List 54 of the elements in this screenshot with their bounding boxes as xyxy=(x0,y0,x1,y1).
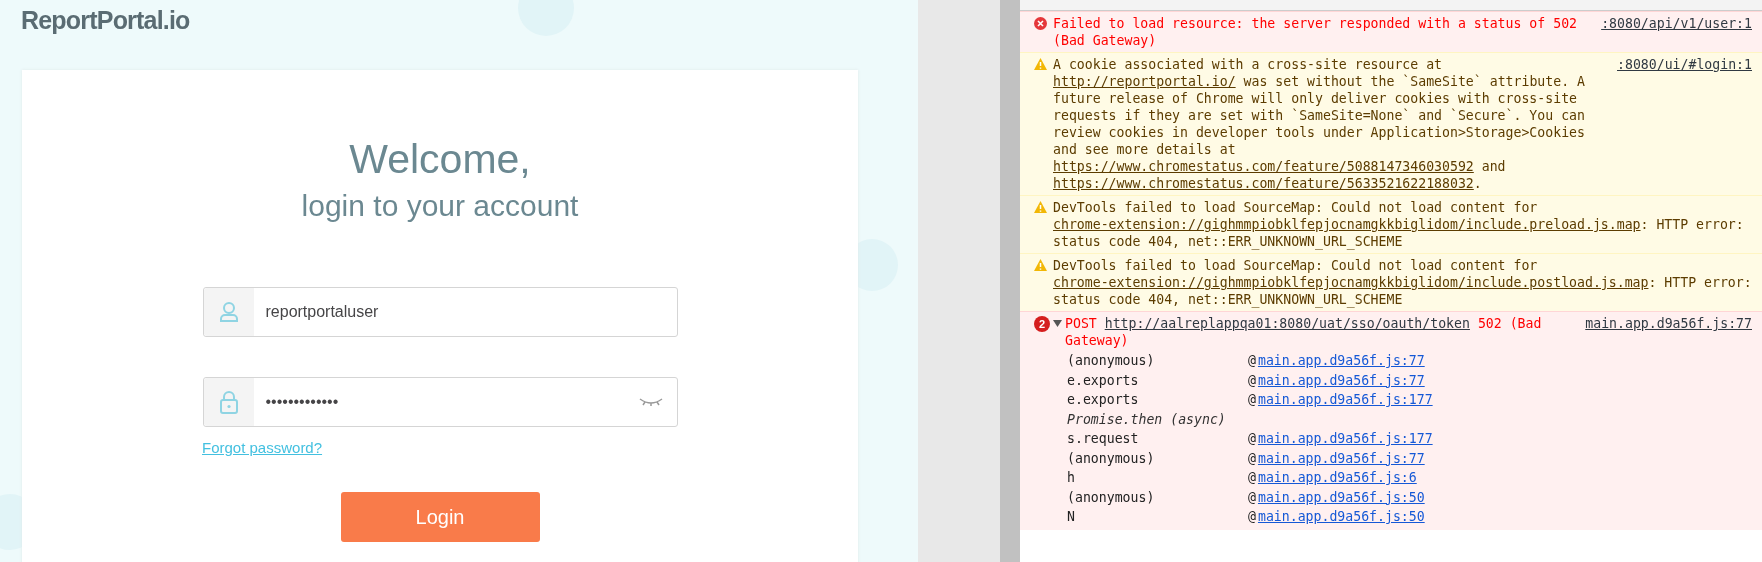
function-name: h xyxy=(1067,469,1076,487)
function-name: (anonymous) xyxy=(1067,449,1156,468)
warning-icon xyxy=(1034,259,1047,271)
url-link[interactable]: https://www.chromestatus.com/feature/5633521622188032 xyxy=(1053,176,1474,191)
eye-closed-icon[interactable] xyxy=(638,397,663,407)
function-name: e.exports xyxy=(1067,391,1140,409)
message-text: DevTools failed to load SourceMap: Could not load content for chrome-extension://gighmmpiobklfepjocnamgkkbiglidom/include.postload.js.map: HTTP error: status code 404, net::ERR_UNKNOWN_URL_SCHEME xyxy=(1053,257,1752,308)
url-link[interactable]: https://www.chromestatus.com/feature/5088147346030592 xyxy=(1053,159,1474,174)
source-link[interactable]: main.app.d9a56f.js:50 xyxy=(1257,487,1425,507)
at-sign: @ xyxy=(1248,469,1256,487)
source-link[interactable]: main.app.d9a56f.js:177 xyxy=(1257,429,1433,449)
message-text: A cookie associated with a cross-site resource at http://reportportal.io/ was set without the `SameSite` attribute. A future release of Chrome will only deliver cookies with cross-site requests if they are set with `SameSite=None` and `Secure`. You can review cookies in developer tools under Application>Storage>Cookies and see more details at https://www.chromestatus.com/feature/5088147346030592 and https://www.chromestatus.com/feature/5633521622188032. xyxy=(1053,56,1586,192)
message-text: Failed to load resource: the server responded with a status of 502 (Bad Gateway) xyxy=(1053,15,1578,49)
url-link[interactable]: chrome-extension://gighmmpiobklfepjocnamgkkbiglidom/include.postload.js.map xyxy=(1053,275,1649,290)
count-badge: 2 xyxy=(1034,316,1050,332)
at-sign: @ xyxy=(1248,430,1256,448)
source-link[interactable]: main.app.d9a56f.js:77 xyxy=(1585,315,1752,332)
at-sign: @ xyxy=(1248,391,1256,409)
warning-icon xyxy=(1034,201,1047,213)
at-sign: @ xyxy=(1248,449,1256,468)
url-link[interactable]: chrome-extension://gighmmpiobklfepjocnamgkkbiglidom/include.preload.js.map xyxy=(1053,217,1641,232)
login-subtitle: login to your account xyxy=(301,189,579,223)
error-icon xyxy=(1034,17,1047,30)
at-sign: @ xyxy=(1248,371,1256,390)
source-link[interactable]: :8080/api/v1/user:1 xyxy=(1601,15,1752,32)
warning-icon xyxy=(1034,58,1047,70)
at-sign: @ xyxy=(1248,488,1256,507)
source-link[interactable]: main.app.d9a56f.js:77 xyxy=(1257,370,1425,390)
function-name: e.exports xyxy=(1067,371,1140,390)
at-sign: @ xyxy=(1248,508,1256,526)
at-sign: @ xyxy=(1248,352,1256,370)
lock-icon xyxy=(218,390,239,414)
message-text: POST http://aalreplappqa01:8080/uat/sso/oauth/token 502 (Bad Gateway) xyxy=(1065,315,1543,349)
scrollbar[interactable] xyxy=(1000,0,1020,562)
source-link[interactable]: main.app.d9a56f.js:77 xyxy=(1257,448,1425,468)
async-label: Promise.then (async) xyxy=(1067,410,1226,429)
source-link[interactable]: main.app.d9a56f.js:177 xyxy=(1257,390,1433,410)
password-input[interactable]: ••••••••••••• xyxy=(253,378,639,426)
url-link[interactable]: http://reportportal.io/ xyxy=(1053,74,1236,89)
logo: ReportPortal.io xyxy=(21,6,190,35)
function-name: (anonymous) xyxy=(1067,352,1156,370)
source-link[interactable]: main.app.d9a56f.js:6 xyxy=(1257,468,1417,488)
source-link[interactable]: main.app.d9a56f.js:50 xyxy=(1257,507,1425,527)
function-name: s.request xyxy=(1067,430,1140,448)
disclosure-triangle-icon[interactable] xyxy=(1053,319,1062,328)
source-link[interactable]: main.app.d9a56f.js:77 xyxy=(1257,351,1425,371)
user-icon xyxy=(218,301,239,323)
function-name: N xyxy=(1067,508,1076,526)
function-name: (anonymous) xyxy=(1067,488,1156,507)
message-text: DevTools failed to load SourceMap: Could not load content for chrome-extension://gighmmpiobklfepjocnamgkkbiglidom/include.preload.js.map: HTTP error: status code 404, net::ERR_UNKNOWN_URL_SCHEME xyxy=(1053,199,1745,250)
password-field[interactable]: ••••••••••••• xyxy=(202,377,678,427)
source-link[interactable]: :8080/ui/#login:1 xyxy=(1617,56,1752,73)
welcome-title: Welcome, xyxy=(349,136,531,183)
url-link[interactable]: http://aalreplappqa01:8080/uat/sso/oauth/token xyxy=(1104,316,1470,331)
